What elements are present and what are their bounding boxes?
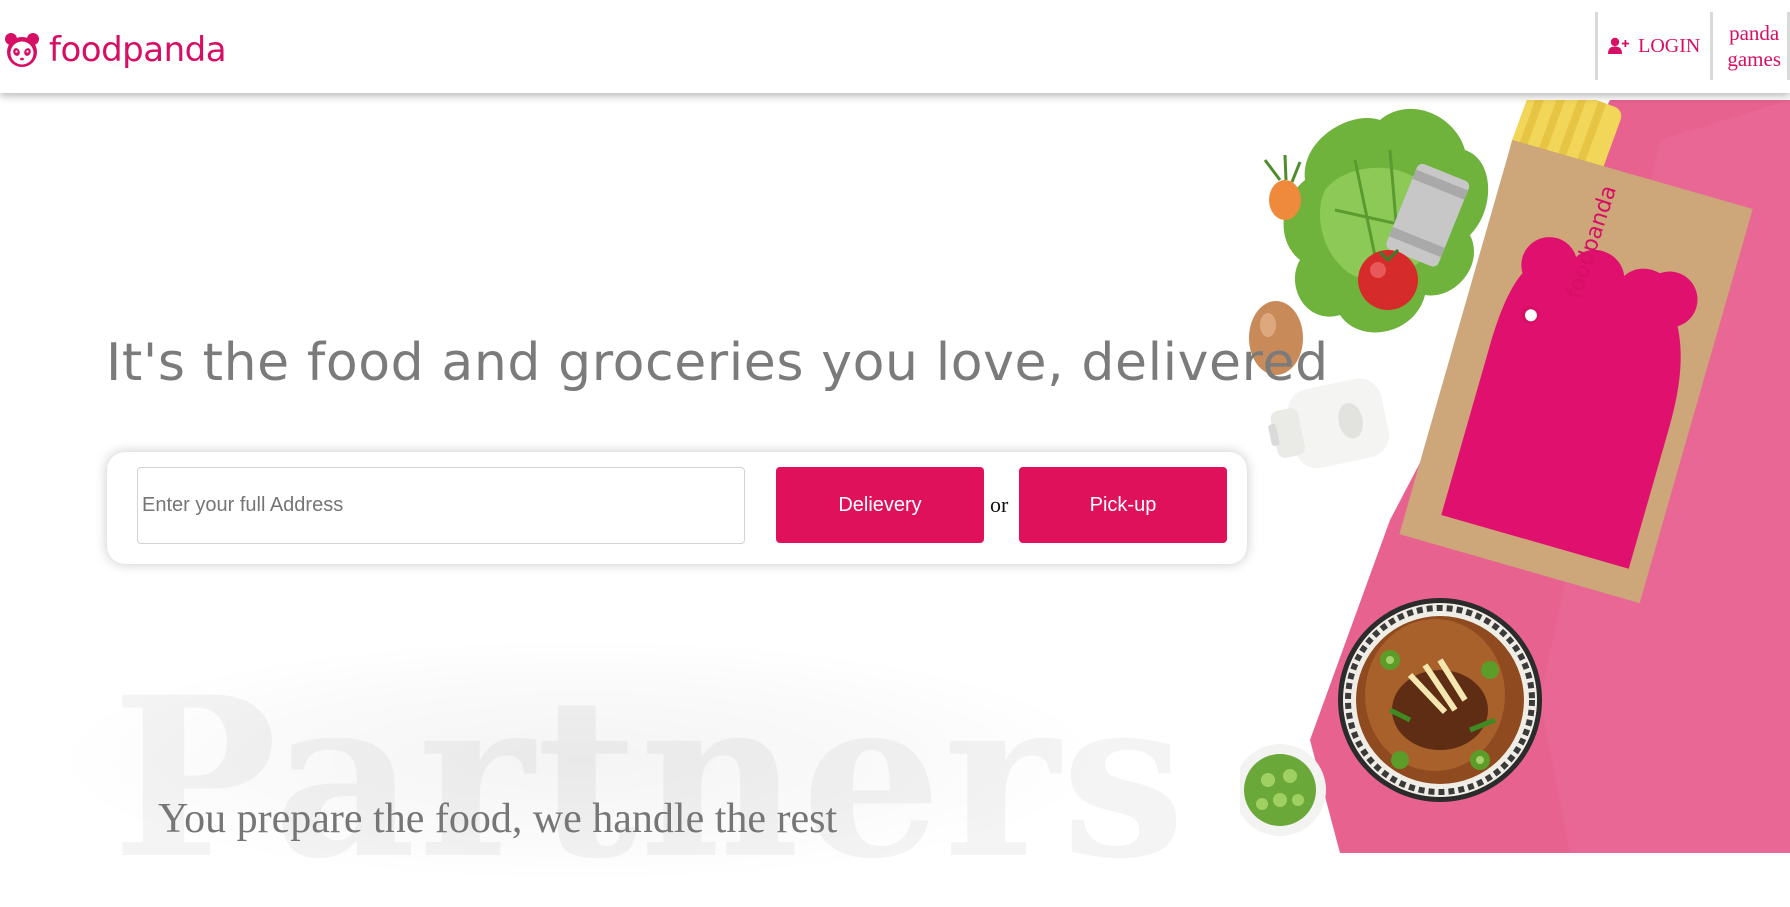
login-button[interactable]: LOGIN — [1598, 12, 1710, 80]
partners-subtitle: You prepare the food, we handle the rest — [158, 796, 838, 842]
hero-headline: It's the food and groceries you love, de… — [106, 333, 1329, 393]
add-user-icon — [1608, 37, 1630, 54]
panda-games-line2: games — [1727, 47, 1781, 71]
delivery-button[interactable]: Delievery — [776, 467, 984, 543]
panda-games-line1: panda — [1729, 21, 1780, 45]
address-input[interactable] — [137, 467, 745, 544]
hero-food-image: foodpanda — [1240, 100, 1790, 853]
brand-name: foodpanda — [49, 30, 227, 70]
panda-games-link[interactable]: panda games — [1713, 12, 1787, 80]
partners-background-word: Partners — [112, 668, 1187, 888]
site-header: foodpanda LOGIN panda games — [0, 0, 1790, 93]
login-label: LOGIN — [1638, 34, 1701, 57]
brand-logo-link[interactable]: foodpanda — [4, 26, 227, 74]
panda-logo-icon — [5, 33, 39, 67]
address-search-panel: Delievery or Pick-up — [107, 452, 1247, 564]
pickup-button[interactable]: Pick-up — [1019, 467, 1227, 543]
or-separator: or — [990, 492, 1009, 517]
header-nav: LOGIN panda games — [1595, 12, 1790, 80]
